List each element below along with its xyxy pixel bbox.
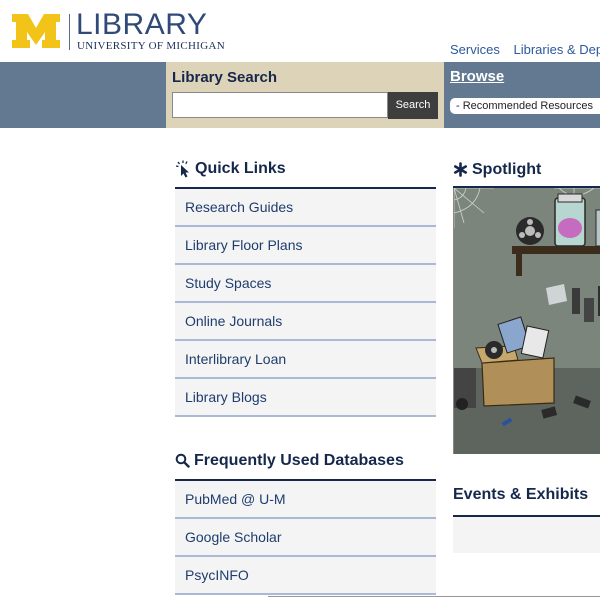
quick-link-study-spaces[interactable]: Study Spaces	[175, 265, 436, 303]
database-pubmed[interactable]: PubMed @ U-M	[175, 481, 436, 519]
logo-divider	[69, 14, 70, 50]
block-m-logo-icon	[12, 14, 60, 48]
search-button[interactable]: Search	[388, 92, 438, 119]
spotlight-image[interactable]	[453, 188, 600, 454]
quick-links-title: Quick Links	[195, 160, 286, 178]
databases-title: Frequently Used Databases	[194, 452, 404, 469]
library-search-panel: Library Search Search	[166, 62, 444, 128]
top-nav: Services Libraries & Depa	[450, 42, 600, 57]
cursor-click-icon	[175, 160, 189, 178]
browse-link[interactable]: Browse	[450, 68, 504, 85]
quick-links-list: Research Guides Library Floor Plans Stud…	[175, 189, 436, 417]
database-psycinfo[interactable]: PsycINFO	[175, 557, 436, 595]
databases-list: PubMed @ U-M Google Scholar PsycINFO	[175, 481, 436, 595]
nav-link-libraries[interactable]: Libraries & Depa	[513, 42, 600, 57]
quick-link-online-journals[interactable]: Online Journals	[175, 303, 436, 341]
spotlight-illustration-icon	[454, 188, 600, 454]
events-title: Events & Exhibits	[453, 486, 589, 503]
quick-link-library-blogs[interactable]: Library Blogs	[175, 379, 436, 417]
spotlight-title: Spotlight	[472, 161, 542, 178]
asterisk-icon	[453, 162, 467, 178]
quick-links-heading: Quick Links	[175, 160, 286, 178]
logo-subtitle: UNIVERSITY OF MICHIGAN	[77, 40, 225, 52]
spotlight-heading: Spotlight	[453, 161, 541, 179]
events-panel	[453, 515, 600, 553]
logo-title: LIBRARY	[76, 8, 208, 41]
quick-link-research-guides[interactable]: Research Guides	[175, 189, 436, 227]
databases-heading: Frequently Used Databases	[175, 452, 404, 470]
events-heading: Events & Exhibits	[453, 486, 588, 504]
browse-select[interactable]: - Recommended Resources	[450, 98, 600, 114]
bottom-divider	[268, 596, 600, 597]
search-input[interactable]	[172, 92, 388, 118]
quick-link-floor-plans[interactable]: Library Floor Plans	[175, 227, 436, 265]
nav-link-services[interactable]: Services	[450, 42, 500, 57]
search-title: Library Search	[172, 69, 278, 86]
search-icon	[175, 453, 190, 468]
database-google-scholar[interactable]: Google Scholar	[175, 519, 436, 557]
quick-link-interlibrary-loan[interactable]: Interlibrary Loan	[175, 341, 436, 379]
